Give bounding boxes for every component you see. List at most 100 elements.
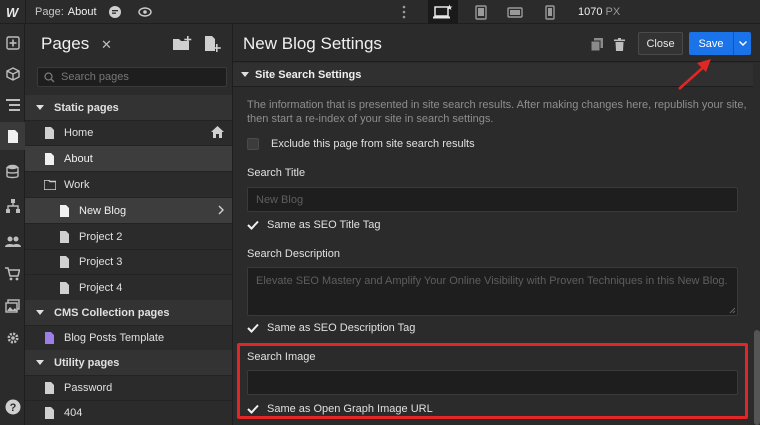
page-icon bbox=[58, 230, 72, 244]
same-as-seo-title-checkbox[interactable]: Same as SEO Title Tag bbox=[247, 219, 381, 231]
page-label: Home bbox=[64, 126, 94, 139]
exclude-from-search-checkbox[interactable]: Exclude this page from site search resul… bbox=[247, 138, 475, 150]
cms-database-icon[interactable] bbox=[0, 157, 25, 185]
page-icon bbox=[43, 381, 57, 395]
page-label: About bbox=[64, 152, 93, 165]
more-vertical-icon[interactable] bbox=[402, 0, 406, 24]
page-label: 404 bbox=[64, 406, 83, 419]
page-label: Project 2 bbox=[79, 230, 123, 243]
page-prefix: Page: bbox=[35, 6, 64, 18]
page-item-404[interactable]: 404 bbox=[25, 400, 232, 425]
checkbox-box[interactable] bbox=[247, 138, 259, 150]
search-pages-input[interactable] bbox=[61, 71, 211, 83]
page-item-new-blog[interactable]: New Blog bbox=[25, 198, 232, 224]
page-label: Password bbox=[64, 381, 113, 394]
divider bbox=[25, 0, 26, 24]
checkbox-label: Exclude this page from site search resul… bbox=[271, 138, 475, 150]
trash-icon[interactable] bbox=[611, 36, 627, 52]
assets-images-icon[interactable] bbox=[0, 292, 25, 320]
checkmark-icon[interactable] bbox=[247, 219, 259, 231]
home-icon bbox=[211, 126, 224, 138]
current-page-indicator[interactable]: Page: About bbox=[35, 0, 97, 24]
resize-handle-icon[interactable] bbox=[729, 307, 736, 314]
pages-panel-title: Pages bbox=[41, 34, 90, 53]
page-item-project-3[interactable]: Project 3 bbox=[25, 249, 232, 275]
save-options-chevron-down-icon[interactable] bbox=[733, 32, 751, 55]
checkbox-label: Same as SEO Description Tag bbox=[267, 322, 416, 334]
chevron-down-icon bbox=[33, 306, 47, 320]
preview-eye-icon[interactable] bbox=[138, 0, 152, 24]
page-icon bbox=[58, 204, 72, 218]
group-label: Utility pages bbox=[54, 356, 120, 369]
comments-icon[interactable] bbox=[108, 0, 122, 24]
page-item-home[interactable]: Home bbox=[25, 120, 232, 146]
annotation-arrow-icon bbox=[678, 59, 711, 90]
group-utility-pages[interactable]: Utility pages bbox=[25, 350, 232, 376]
symbols-cube-icon[interactable] bbox=[0, 60, 25, 88]
page-item-about[interactable]: About bbox=[25, 146, 232, 172]
page-icon bbox=[58, 281, 72, 295]
users-icon[interactable] bbox=[0, 227, 25, 255]
page-label: Project 4 bbox=[79, 281, 123, 294]
page-item-project-4[interactable]: Project 4 bbox=[25, 275, 232, 301]
canvas-width-readout: 1070 PX bbox=[578, 0, 620, 24]
search-icon bbox=[44, 71, 55, 82]
top-bar: W Page: About 1070 PX bbox=[0, 0, 760, 24]
settings-title: New Blog Settings bbox=[243, 34, 382, 53]
page-item-project-2[interactable]: Project 2 bbox=[25, 224, 232, 250]
settings-gear-icon[interactable] bbox=[0, 324, 25, 352]
navigator-icon[interactable] bbox=[0, 91, 25, 119]
chevron-down-icon bbox=[33, 356, 47, 370]
add-elements-icon[interactable] bbox=[0, 29, 25, 57]
mobile-portrait-icon[interactable] bbox=[535, 0, 565, 24]
settings-scrollbar-thumb[interactable] bbox=[754, 330, 760, 425]
group-label: CMS Collection pages bbox=[54, 306, 170, 319]
folder-item-work[interactable]: Work bbox=[25, 172, 232, 198]
ecommerce-cart-icon[interactable] bbox=[0, 260, 25, 288]
close-button[interactable]: Close bbox=[638, 32, 683, 55]
same-as-seo-description-checkbox[interactable]: Same as SEO Description Tag bbox=[247, 322, 415, 334]
search-description-wrapper bbox=[247, 267, 738, 316]
page-label: New Blog bbox=[79, 204, 127, 217]
checkmark-icon[interactable] bbox=[247, 322, 259, 334]
group-static-pages[interactable]: Static pages bbox=[25, 95, 232, 121]
cms-template-page-icon bbox=[43, 331, 57, 345]
add-folder-button[interactable] bbox=[171, 33, 193, 55]
search-pages-field[interactable] bbox=[37, 67, 227, 87]
tablet-icon[interactable] bbox=[466, 0, 496, 24]
checkbox-label: Same as SEO Title Tag bbox=[267, 219, 381, 231]
pages-icon[interactable] bbox=[0, 122, 25, 150]
left-icon-rail: ? bbox=[0, 24, 25, 425]
group-cms-collection-pages[interactable]: CMS Collection pages bbox=[25, 300, 232, 326]
search-description-textarea[interactable] bbox=[247, 267, 738, 316]
page-label: Project 3 bbox=[79, 255, 123, 268]
folder-icon bbox=[43, 178, 57, 192]
chevron-right-icon[interactable] bbox=[218, 204, 224, 215]
search-description-label: Search Description bbox=[247, 248, 340, 260]
add-page-button[interactable] bbox=[201, 33, 223, 55]
close-panel-button[interactable]: ✕ bbox=[101, 37, 112, 53]
page-item-blog-posts-template[interactable]: Blog Posts Template bbox=[25, 325, 232, 351]
search-image-highlight-box bbox=[237, 343, 748, 419]
save-button[interactable]: Save bbox=[689, 32, 733, 55]
chevron-down-icon bbox=[241, 72, 249, 77]
help-icon[interactable]: ? bbox=[0, 393, 25, 421]
folder-label: Work bbox=[64, 178, 90, 191]
desktop-icon[interactable] bbox=[428, 0, 458, 24]
section-description: The information that is presented in sit… bbox=[247, 99, 747, 125]
pages-panel: Pages ✕ Static pages Home About Work New… bbox=[25, 24, 233, 425]
webflow-logo[interactable]: W bbox=[6, 0, 18, 24]
page-icon bbox=[43, 152, 57, 166]
mobile-landscape-icon[interactable] bbox=[500, 0, 530, 24]
page-icon bbox=[43, 126, 57, 140]
page-icon bbox=[58, 255, 72, 269]
svg-text:?: ? bbox=[9, 402, 16, 414]
search-title-input[interactable] bbox=[247, 187, 738, 212]
current-page-name: About bbox=[67, 6, 97, 18]
page-icon bbox=[43, 406, 57, 420]
logic-flow-icon[interactable] bbox=[0, 192, 25, 220]
canvas-width-unit: PX bbox=[605, 6, 621, 18]
search-title-label: Search Title bbox=[247, 167, 306, 179]
page-item-password[interactable]: Password bbox=[25, 375, 232, 401]
duplicate-icon[interactable] bbox=[589, 36, 605, 52]
